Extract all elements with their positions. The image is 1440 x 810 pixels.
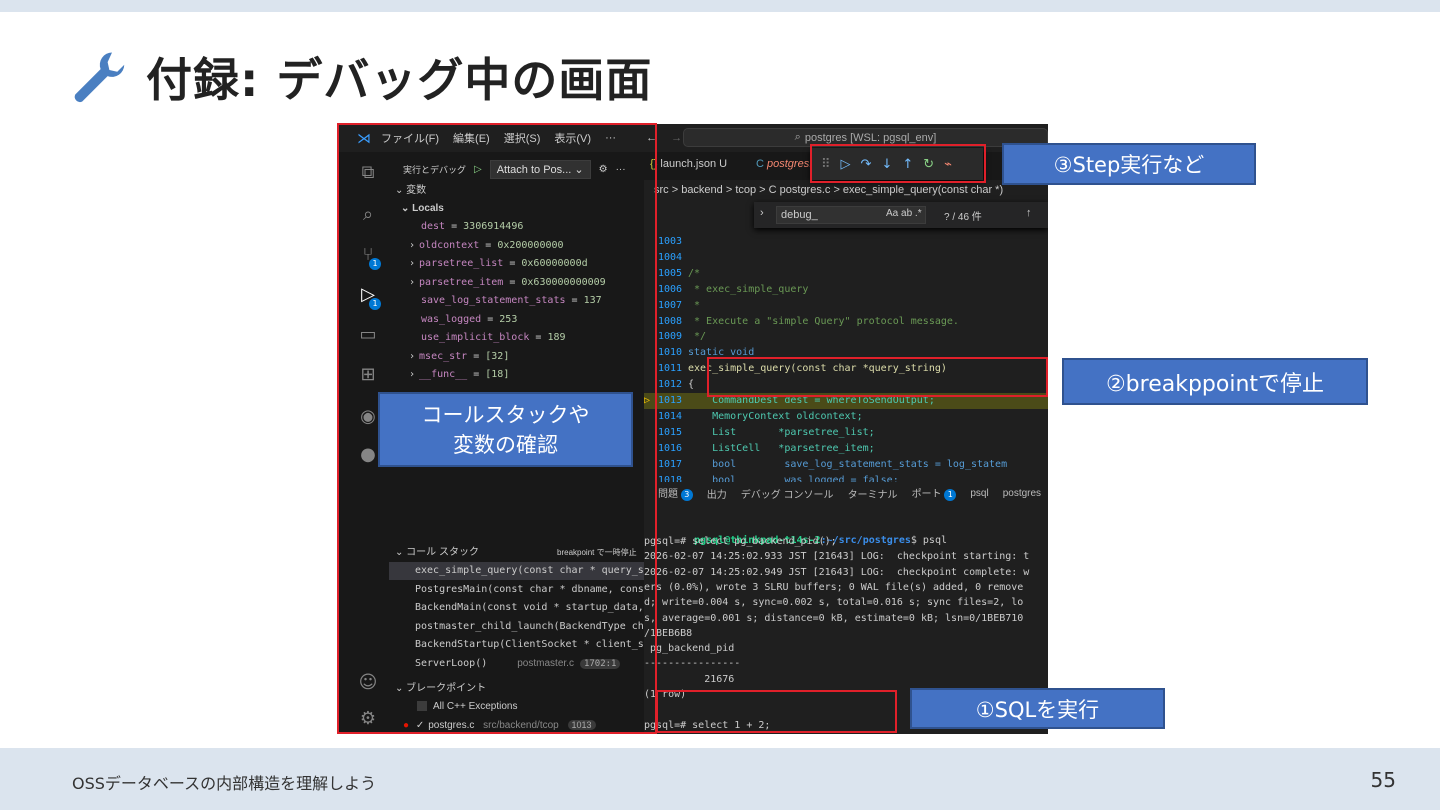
editor-area: {} launch.json U C postgres.c src > back…: [644, 152, 1048, 501]
terminal-line: ----------------: [644, 658, 741, 670]
code-line[interactable]: 1005/*: [644, 266, 1048, 282]
terminal-prompt: pgsql@thinkpad-t14s-2:~/src/postgres$ ps…: [694, 535, 947, 546]
terminal-postgres[interactable]: postgres: [1003, 488, 1041, 499]
breadcrumb[interactable]: src > backend > tcop > C postgres.c > ex…: [654, 184, 1003, 196]
slide-title: 付録: デバッグ中の画面: [146, 53, 653, 107]
callout-step: ③Step実行など: [1002, 143, 1256, 185]
terminal-line: pgsql=# select pg_backend_pid();: [644, 536, 837, 547]
callout-callstack: コールスタックや 変数の確認: [378, 392, 633, 467]
command-center-label: postgres [WSL: pgsql_env]: [804, 131, 937, 144]
tab-output[interactable]: 出力: [707, 486, 727, 501]
code-line[interactable]: 1004: [644, 250, 1048, 266]
tab-debug-console[interactable]: デバッグ コンソール: [741, 486, 834, 501]
terminal-command-highlight-box: [656, 690, 897, 733]
wrench-icon: [74, 52, 125, 103]
top-band: [0, 0, 1440, 12]
tab-ports[interactable]: ポート 1: [912, 485, 957, 501]
find-options[interactable]: Aa ab .*: [886, 208, 922, 219]
tab-problems[interactable]: 問題 3: [658, 485, 693, 501]
code-line[interactable]: 1008 * Execute a "simple Query" protocol…: [644, 314, 1048, 330]
terminal-psql[interactable]: psql: [970, 488, 988, 499]
code-line[interactable]: 1016 ListCell *parsetree_item;: [644, 441, 1048, 457]
debug-toolbar-highlight-box: [810, 144, 986, 183]
breakpoint-line-highlight-box: [707, 357, 1048, 397]
forward-arrow-icon[interactable]: →: [671, 132, 682, 144]
terminal-line: 2026-02-07 14:25:02.933 JST [21643] LOG:…: [644, 551, 1030, 563]
page-number: 55: [1370, 768, 1396, 792]
callout-sql: ①SQLを実行: [910, 688, 1165, 729]
footer-title: OSSデータベースの内部構造を理解しよう: [72, 774, 377, 793]
code-line[interactable]: 1009 */: [644, 329, 1048, 345]
tab-launch-json[interactable]: {} launch.json U: [650, 158, 727, 170]
search-icon: ⌕: [794, 131, 801, 143]
terminal-line: pg_backend_pid: [644, 643, 735, 655]
panel-tabs: 問題 3 出力 デバッグ コンソール ターミナル ポート 1 psql post…: [644, 482, 1048, 504]
terminal-line: ers (0.0%), wrote 3 SLRU buffers; 0 WAL …: [644, 581, 1024, 593]
terminal-line: 2026-02-07 14:25:02.949 JST [21643] LOG:…: [644, 566, 1030, 578]
find-count: ? / 46 件: [944, 212, 982, 223]
code-line[interactable]: 1014 MemoryContext oldcontext;: [644, 409, 1048, 425]
code-line[interactable]: 1007 *: [644, 298, 1048, 314]
find-widget: › debug_ Aa ab .* ? / 46 件 ↑: [754, 202, 1048, 228]
callout-breakpoint: ②breakppointで停止: [1062, 358, 1368, 405]
code-line[interactable]: 1006 * exec_simple_query: [644, 282, 1048, 298]
chevron-right-icon[interactable]: ›: [760, 207, 764, 219]
arrow-up-icon[interactable]: ↑: [1026, 207, 1032, 219]
terminal-line: d; write=0.004 s, sync=0.002 s, total=0.…: [644, 597, 1024, 609]
code-line[interactable]: 1003: [644, 234, 1048, 250]
tab-terminal[interactable]: ターミナル: [848, 486, 898, 501]
code-line[interactable]: 1017 bool save_log_statement_stats = log…: [644, 457, 1048, 473]
terminal-line: s, average=0.001 s; distance=0 kB, estim…: [644, 612, 1024, 624]
code-line[interactable]: 1015 List *parsetree_list;: [644, 425, 1048, 441]
terminal-line: 21676: [644, 673, 735, 685]
slide-title-row: 付録: デバッグ中の画面: [70, 44, 652, 110]
tab-postgres-c[interactable]: C postgres.c: [756, 158, 818, 170]
